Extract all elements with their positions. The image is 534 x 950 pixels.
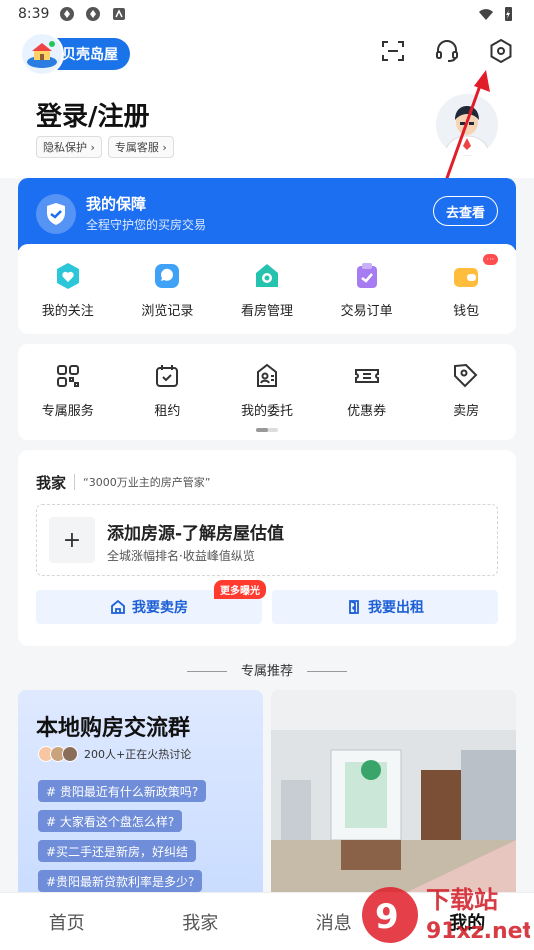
rent-out-button[interactable]: 我要出租 xyxy=(272,590,498,624)
add-property-title: 添加房源-了解房屋估值 xyxy=(107,524,285,544)
coupons-item[interactable]: 优惠券 xyxy=(322,360,412,419)
island-logo-icon xyxy=(20,32,64,76)
tab-home[interactable]: 首页 xyxy=(0,909,134,935)
house-photo-card[interactable] xyxy=(271,690,516,900)
my-home-slogan: “3000万业主的房产管家” xyxy=(74,474,210,490)
status-time: 8:39 xyxy=(18,6,50,22)
wallet-icon xyxy=(454,268,479,287)
services-panel: 专属服务 租约 我的委托 优惠券 卖房 xyxy=(18,344,516,440)
my-commission-item[interactable]: 我的委托 xyxy=(222,360,312,419)
sell-house-item[interactable]: 卖房 xyxy=(421,360,511,419)
exclusive-service-chip[interactable]: 专属客服 › xyxy=(107,136,174,158)
app-notification-icon xyxy=(86,7,101,21)
scan-button[interactable] xyxy=(378,36,408,66)
group-people: 200人+正在火热讨论 xyxy=(38,746,191,762)
app-logo[interactable]: 贝壳岛屋 xyxy=(20,32,130,76)
settings-hexagon-icon xyxy=(490,38,512,64)
my-home-panel: 我家 “3000万业主的房产管家” + 添加房源-了解房屋估值 全城涨幅排名·收… xyxy=(18,450,516,646)
battery-icon xyxy=(505,7,512,21)
member-avatars xyxy=(38,746,78,762)
logo-text: 贝壳岛屋 xyxy=(62,47,118,63)
local-group-card[interactable]: 本地购房交流群 200人+正在火热讨论 # 贵阳最近有什么新政策吗? # 大家看… xyxy=(18,690,263,900)
quick-access-panel: 我的关注 浏览记录 看房管理 交易订单 ··· 钱包 xyxy=(18,244,516,334)
add-property-card[interactable]: + 添加房源-了解房屋估值 全城涨幅排名·收益峰值纵览 xyxy=(36,504,498,576)
home-icon xyxy=(111,599,125,614)
guarantee-title: 我的保障 xyxy=(86,195,147,213)
tag-icon xyxy=(454,363,478,388)
my-follows-item[interactable]: 我的关注 xyxy=(23,260,113,319)
wallet-promo-badge: ··· xyxy=(482,254,499,265)
app-notification-icon xyxy=(60,7,75,21)
settings-button[interactable] xyxy=(486,36,516,66)
calendar-check-icon xyxy=(156,365,179,387)
headset-icon xyxy=(436,40,458,62)
ticket-icon xyxy=(354,369,379,383)
svg-text:下载站: 下载站 xyxy=(426,886,498,914)
browse-history-item[interactable]: 浏览记录 xyxy=(122,260,212,319)
svg-text:91xz.net: 91xz.net xyxy=(426,919,530,944)
my-home-title: 我家 xyxy=(36,474,67,492)
privacy-protection-chip[interactable]: 隐私保护 › xyxy=(36,136,102,158)
customer-service-button[interactable] xyxy=(432,36,462,66)
login-register-link[interactable]: 登录/注册 xyxy=(36,96,150,133)
door-icon xyxy=(349,600,359,614)
default-avatar-icon xyxy=(436,94,498,156)
page-indicator xyxy=(256,428,278,432)
house-check-icon xyxy=(255,264,278,287)
group-question[interactable]: #买二手还是新房，好纠结 xyxy=(38,840,197,862)
heart-icon xyxy=(56,263,79,289)
exclusive-service-item[interactable]: 专属服务 xyxy=(23,360,113,419)
my-guarantee-banner[interactable]: 我的保障 全程守护您的买房交易 去查看 xyxy=(18,178,516,250)
app-notification-icon xyxy=(113,8,126,20)
group-question[interactable]: #贵阳最新贷款利率是多少? xyxy=(38,870,203,892)
lease-item[interactable]: 租约 xyxy=(122,360,212,419)
grid-icon xyxy=(56,365,79,387)
profile-header: 贝壳岛屋 登录/注册 隐私保护 › 专属客服 › xyxy=(0,28,534,178)
recommend-section-title: 专属推荐 xyxy=(0,660,534,679)
shield-check-icon xyxy=(47,203,65,225)
status-bar: 8:39 xyxy=(0,0,534,28)
transaction-orders-item[interactable]: 交易订单 xyxy=(322,260,412,319)
scan-icon xyxy=(382,41,404,61)
add-property-subtitle: 全城涨幅排名·收益峰值纵览 xyxy=(107,549,255,563)
tab-my-home[interactable]: 我家 xyxy=(134,909,268,935)
viewing-management-item[interactable]: 看房管理 xyxy=(222,260,312,319)
message-icon xyxy=(155,264,180,288)
group-title: 本地购房交流群 xyxy=(36,716,191,741)
clipboard-check-icon xyxy=(356,263,377,288)
guarantee-subtitle: 全程守护您的买房交易 xyxy=(86,218,207,232)
more-exposure-badge: 更多曝光 xyxy=(214,580,266,599)
group-question[interactable]: # 贵阳最近有什么新政策吗? xyxy=(38,780,207,802)
room-photo xyxy=(271,690,516,900)
plus-icon: + xyxy=(49,517,95,563)
group-question[interactable]: # 大家看这个盘怎么样? xyxy=(38,810,183,832)
id-card-icon xyxy=(256,363,277,387)
svg-text:9: 9 xyxy=(375,897,399,937)
wallet-item[interactable]: ··· 钱包 xyxy=(421,254,511,319)
view-guarantee-button[interactable]: 去查看 xyxy=(432,196,498,226)
watermark-logo: 9 下载站 91xz.net xyxy=(362,886,530,944)
avatar[interactable] xyxy=(436,94,498,156)
wifi-icon xyxy=(479,9,493,20)
